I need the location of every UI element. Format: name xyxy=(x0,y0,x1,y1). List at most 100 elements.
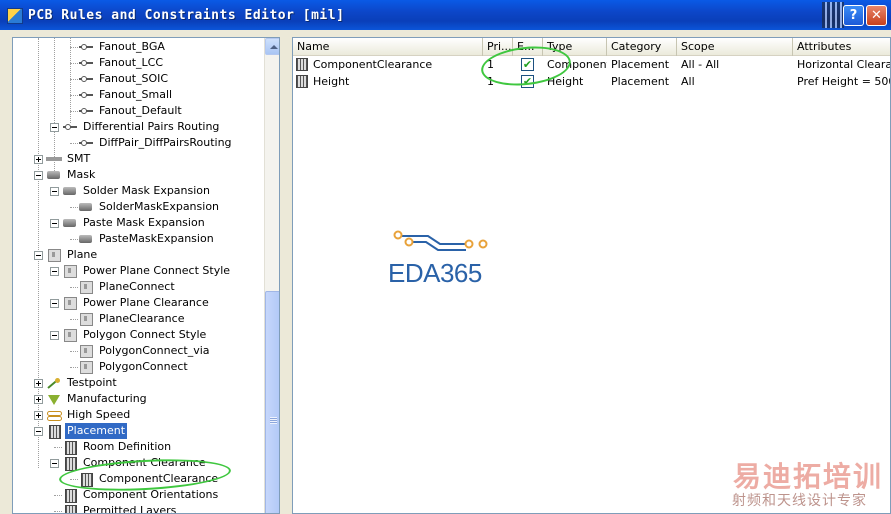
tree-connector xyxy=(70,367,78,368)
tree-connector xyxy=(54,511,62,512)
expand-icon[interactable] xyxy=(34,394,43,404)
tree-item[interactable]: PolygonConnect_via xyxy=(78,343,212,359)
collapse-icon[interactable] xyxy=(50,122,59,132)
plane-icon xyxy=(78,313,94,326)
expand-icon[interactable] xyxy=(34,154,43,164)
tree-item[interactable]: PolygonConnect xyxy=(78,359,190,375)
placement-rule-icon xyxy=(296,75,308,88)
tree-item-label: PlaneClearance xyxy=(99,312,185,325)
tree-item[interactable]: Polygon Connect Style xyxy=(50,327,208,343)
route-icon xyxy=(78,105,94,117)
tree-connector xyxy=(70,63,78,64)
placement-icon xyxy=(62,505,78,513)
tree-connector xyxy=(70,239,78,240)
smt-icon xyxy=(46,153,62,165)
rule-attributes: Pref Height = 500 xyxy=(797,75,891,88)
collapse-icon[interactable] xyxy=(34,426,43,436)
tree-item[interactable]: DiffPair_DiffPairsRouting xyxy=(78,135,234,151)
collapse-icon[interactable] xyxy=(50,266,59,276)
tree-item[interactable]: PlaneConnect xyxy=(78,279,177,295)
tree-item[interactable]: Fanout_Default xyxy=(78,103,184,119)
rule-category: Placement xyxy=(611,58,670,71)
column-header-category[interactable]: Category xyxy=(607,38,677,56)
tree-item[interactable]: Fanout_LCC xyxy=(78,55,165,71)
tree-item-label: SolderMaskExpansion xyxy=(99,200,220,213)
tree-item-label: Placement xyxy=(65,423,128,439)
collapse-icon[interactable] xyxy=(34,170,43,180)
tree-item-label: Room Definition xyxy=(83,440,172,453)
tree-item[interactable]: Fanout_BGA xyxy=(78,39,167,55)
tree-item-label: Fanout_SOIC xyxy=(99,72,169,85)
collapse-icon[interactable] xyxy=(34,250,43,260)
tree-item[interactable]: PasteMaskExpansion xyxy=(78,231,216,247)
tree-item[interactable]: Mask xyxy=(34,167,97,183)
column-header-name[interactable]: Name xyxy=(293,38,483,56)
tree-item-label: PolygonConnect xyxy=(99,360,188,373)
expand-icon[interactable] xyxy=(34,410,43,420)
rule-scope: All xyxy=(681,75,695,88)
eda365-logo: EDA365 xyxy=(388,228,508,292)
mask-icon xyxy=(78,201,94,213)
placement-icon xyxy=(46,425,62,439)
tree-item[interactable]: Permitted Layers xyxy=(62,503,178,513)
route-icon xyxy=(78,73,94,85)
placement-icon xyxy=(62,457,78,471)
tree-item[interactable]: Power Plane Connect Style xyxy=(50,263,232,279)
table-row[interactable]: Height 1 ✔ Height Placement All Pref Hei… xyxy=(293,73,891,90)
tree-item[interactable]: Solder Mask Expansion xyxy=(50,183,212,199)
collapse-icon[interactable] xyxy=(50,458,59,468)
tree-item[interactable]: Room Definition xyxy=(62,439,173,455)
tree-item[interactable]: Fanout_Small xyxy=(78,87,174,103)
table-row[interactable]: ComponentClearance 1 ✔ Component C Place… xyxy=(293,56,890,73)
rule-name: ComponentClearance xyxy=(313,58,433,71)
tree-item[interactable]: High Speed xyxy=(34,407,132,423)
close-button[interactable]: ✕ xyxy=(866,5,887,26)
tree-item[interactable]: SMT xyxy=(34,151,92,167)
mask-icon xyxy=(46,169,62,181)
scroll-thumb[interactable] xyxy=(265,291,279,513)
tree-item[interactable]: Differential Pairs Routing xyxy=(50,119,221,135)
placement-icon xyxy=(62,441,78,455)
circuit-trace-icon xyxy=(393,230,488,251)
help-button[interactable]: ? xyxy=(843,5,864,26)
tree-item-label: Fanout_LCC xyxy=(99,56,164,69)
column-header-scope[interactable]: Scope xyxy=(677,38,793,56)
tree-item[interactable]: Placement xyxy=(34,423,128,439)
column-header-attributes[interactable]: Attributes xyxy=(793,38,890,56)
rule-category: Placement xyxy=(611,75,670,88)
plane-icon xyxy=(78,345,94,358)
scroll-up-button[interactable] xyxy=(265,38,279,55)
tree-item-label: PlaneConnect xyxy=(99,280,175,293)
placement-icon xyxy=(62,489,78,503)
tree-connector xyxy=(70,38,71,123)
title-bar[interactable]: PCB Rules and Constraints Editor [mil] xyxy=(0,0,891,30)
tree-item[interactable]: PlaneClearance xyxy=(78,311,186,327)
tree-item-label: Fanout_Default xyxy=(99,104,182,117)
tree-item[interactable]: Manufacturing xyxy=(34,391,149,407)
tree-item-label: PolygonConnect_via xyxy=(99,344,210,357)
logo-text: EDA365 xyxy=(388,258,482,288)
tree-connector xyxy=(54,447,62,448)
qr-code-icon xyxy=(822,2,844,28)
tree-item[interactable]: Power Plane Clearance xyxy=(50,295,211,311)
plane-icon xyxy=(78,281,94,294)
collapse-icon[interactable] xyxy=(50,330,59,340)
collapse-icon[interactable] xyxy=(50,298,59,308)
tree-item-label: Fanout_BGA xyxy=(99,40,165,53)
tree-item[interactable]: Testpoint xyxy=(34,375,119,391)
tree-item[interactable]: Paste Mask Expansion xyxy=(50,215,207,231)
collapse-icon[interactable] xyxy=(50,186,59,196)
scroll-grip-icon xyxy=(270,417,277,424)
rule-name: Height xyxy=(313,75,350,88)
expand-icon[interactable] xyxy=(34,378,43,388)
tree-item[interactable]: SolderMaskExpansion xyxy=(78,199,221,215)
tree-item-label: Manufacturing xyxy=(67,392,147,405)
tree-item[interactable]: Fanout_SOIC xyxy=(78,71,170,87)
tree-item[interactable]: Plane xyxy=(34,247,99,263)
tree-scrollbar[interactable] xyxy=(264,38,279,513)
tree-item-label: Testpoint xyxy=(67,376,117,389)
collapse-icon[interactable] xyxy=(50,218,59,228)
plane-icon xyxy=(78,361,94,374)
tree-connector xyxy=(70,79,78,80)
tree-connector xyxy=(70,143,78,144)
